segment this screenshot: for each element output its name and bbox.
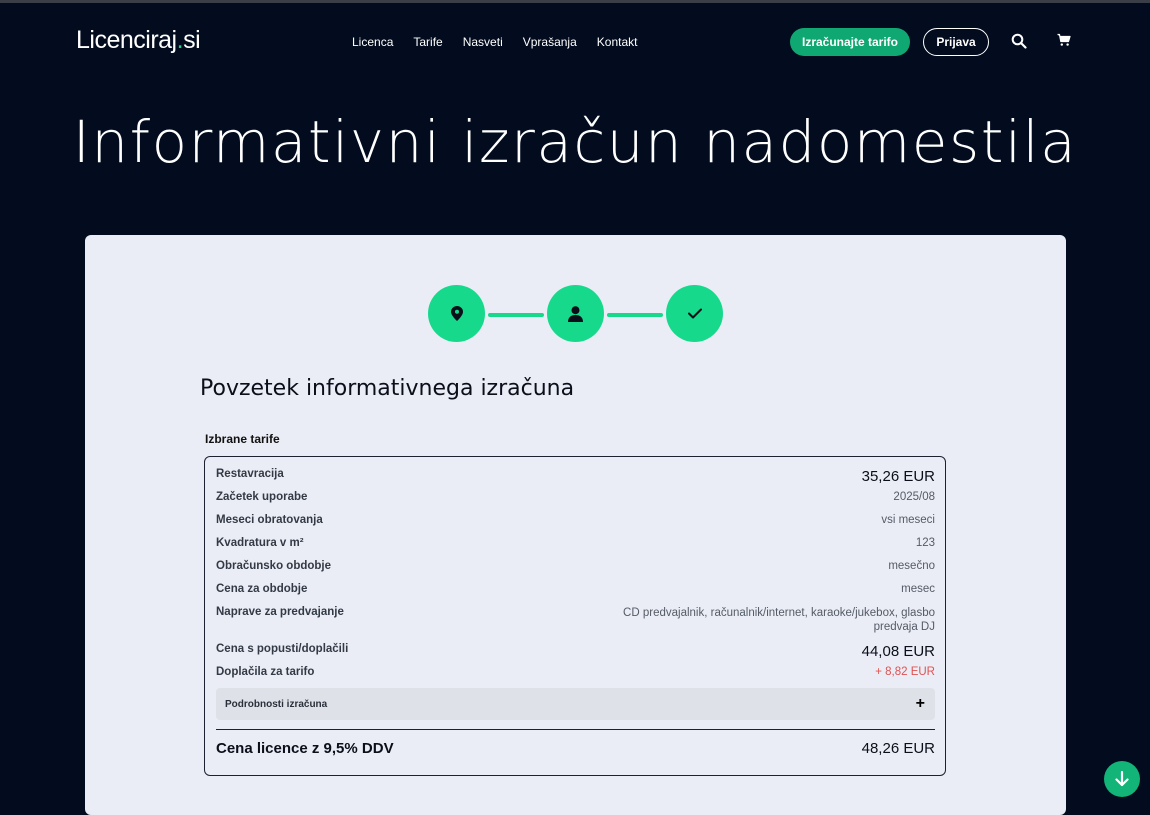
row-value: vsi meseci — [881, 514, 935, 526]
row-label: Doplačila za tarifo — [216, 666, 315, 678]
user-icon — [568, 305, 583, 322]
nav-vprasanja[interactable]: Vprašanja — [523, 35, 577, 49]
nav-kontakt[interactable]: Kontakt — [597, 35, 638, 49]
row-label: Meseci obratovanja — [216, 514, 323, 526]
row-value: CD predvajalnik, računalnik/internet, ka… — [623, 607, 935, 633]
row-label: Začetek uporabe — [216, 491, 308, 503]
row-label: Cena s popusti/doplačili — [216, 643, 349, 655]
step-confirm — [666, 285, 723, 342]
row-label: Cena za obdobje — [216, 583, 308, 595]
summary-title: Povzetek informativnega izračuna — [200, 376, 575, 401]
logo[interactable]: Licenciraj.si — [76, 26, 201, 55]
logo-main: Licenciraj — [76, 26, 177, 54]
row-label: Kvadratura v m² — [216, 537, 304, 549]
selected-tariffs-label: Izbrane tarife — [205, 432, 280, 446]
summary-row: Obračunsko obdobje mesečno — [216, 560, 935, 572]
row-label: Obračunsko obdobje — [216, 560, 332, 572]
nav-tarife[interactable]: Tarife — [413, 35, 442, 49]
total-value: 48,26 EUR — [861, 740, 935, 757]
main-nav: Licenca Tarife Nasveti Vprašanja Kontakt — [352, 35, 637, 49]
summary-row: Meseci obratovanja vsi meseci — [216, 514, 935, 526]
nav-nasveti[interactable]: Nasveti — [463, 35, 503, 49]
logo-tld: si — [183, 26, 201, 54]
check-icon — [687, 308, 702, 319]
window-top-border — [0, 0, 1150, 3]
summary-row: Cena s popusti/doplačili 44,08 EUR — [216, 643, 935, 660]
search-icon[interactable] — [1011, 33, 1029, 51]
location-pin-icon — [450, 306, 463, 321]
login-button[interactable]: Prijava — [923, 28, 989, 56]
step-connector — [488, 313, 544, 317]
cart-icon[interactable] — [1057, 33, 1075, 51]
plus-icon[interactable]: + — [916, 696, 925, 712]
summary-row: Kvadratura v m² 123 — [216, 537, 935, 549]
row-value: 44,08 EUR — [861, 643, 935, 660]
row-value: mesečno — [888, 560, 935, 572]
row-label: Restavracija — [216, 468, 284, 480]
total-label: Cena licence z 9,5% DDV — [216, 740, 394, 757]
total-row: Cena licence z 9,5% DDV 48,26 EUR — [216, 740, 935, 757]
summary-row: Naprave za predvajanje CD predvajalnik, … — [216, 606, 935, 634]
details-label: Podrobnosti izračuna — [225, 698, 328, 710]
summary-row: Restavracija 35,26 EUR — [216, 468, 935, 485]
row-value: 35,26 EUR — [861, 468, 935, 485]
page-title: Informativni izračun nadomestila — [72, 108, 1078, 176]
calculate-tariff-button[interactable]: Izračunajte tarifo — [790, 28, 910, 56]
step-user — [547, 285, 604, 342]
tariff-summary-box: Restavracija 35,26 EUR Začetek uporabe 2… — [204, 456, 946, 776]
scroll-down-button[interactable] — [1104, 761, 1140, 797]
nav-licenca[interactable]: Licenca — [352, 35, 393, 49]
summary-row: Cena za obdobje mesec — [216, 583, 935, 595]
row-value: 2025/08 — [893, 491, 935, 503]
divider — [216, 729, 935, 730]
row-value: mesec — [901, 583, 935, 595]
step-connector — [607, 313, 663, 317]
row-value: + 8,82 EUR — [875, 666, 935, 678]
step-location — [428, 285, 485, 342]
calculation-card: Povzetek informativnega izračuna Izbrane… — [85, 235, 1066, 815]
row-label: Naprave za predvajanje — [216, 606, 344, 618]
row-value: 123 — [915, 537, 935, 549]
arrow-down-icon — [1115, 771, 1129, 787]
summary-row: Doplačila za tarifo + 8,82 EUR — [216, 666, 935, 678]
summary-row: Začetek uporabe 2025/08 — [216, 491, 935, 503]
calculation-details-toggle[interactable]: Podrobnosti izračuna + — [216, 688, 935, 720]
